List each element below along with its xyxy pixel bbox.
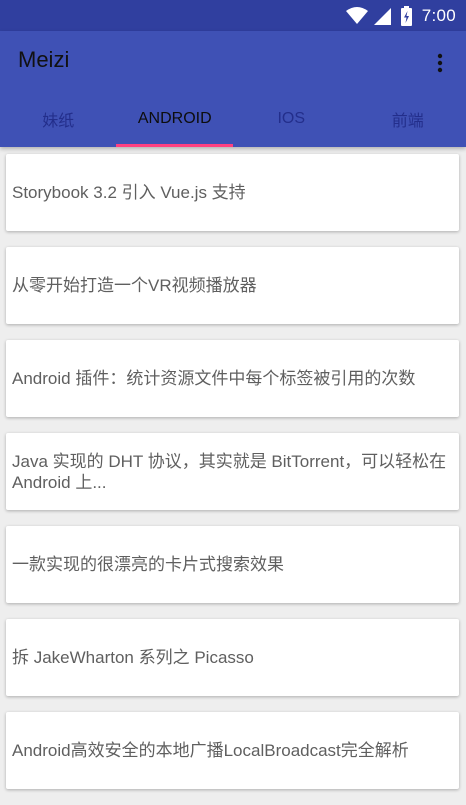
article-title: Storybook 3.2 引入 Vue.js 支持 <box>12 182 246 203</box>
tab-frontend[interactable]: 前端 <box>350 91 466 147</box>
article-title: 从零开始打造一个VR视频播放器 <box>12 275 257 296</box>
article-card[interactable]: 一款实现的很漂亮的卡片式搜索效果 <box>6 526 459 603</box>
status-icons: 7:00 <box>346 4 456 28</box>
tab-ios[interactable]: IOS <box>233 91 350 147</box>
article-card[interactable]: 拆 JakeWharton 系列之 Picasso <box>6 619 459 696</box>
app-title: Meizi <box>18 47 69 73</box>
signal-icon <box>374 8 391 25</box>
article-title: Android高效安全的本地广播LocalBroadcast完全解析 <box>12 740 409 761</box>
tab-label: 前端 <box>392 107 424 131</box>
tab-label: IOS <box>277 110 305 128</box>
article-list: Storybook 3.2 引入 Vue.js 支持 从零开始打造一个VR视频播… <box>6 154 459 805</box>
status-bar: 7:00 <box>0 0 466 31</box>
tab-meizhi[interactable]: 妹纸 <box>0 91 117 147</box>
article-card[interactable]: Android 插件：统计资源文件中每个标签被引用的次数 <box>6 340 459 417</box>
battery-charging-icon <box>401 6 412 26</box>
status-time: 7:00 <box>422 6 456 26</box>
article-card[interactable]: Java 实现的 DHT 协议，其实就是 BitTorrent，可以轻松在 An… <box>6 433 459 510</box>
article-title: 拆 JakeWharton 系列之 Picasso <box>12 647 254 668</box>
tab-bar: 妹纸 ANDROID IOS 前端 <box>0 91 466 147</box>
wifi-icon <box>346 7 368 25</box>
article-title: Android 插件：统计资源文件中每个标签被引用的次数 <box>12 368 415 389</box>
tab-label: ANDROID <box>138 110 212 128</box>
article-title: 一款实现的很漂亮的卡片式搜索效果 <box>12 554 284 575</box>
article-card[interactable]: Storybook 3.2 引入 Vue.js 支持 <box>6 154 459 231</box>
article-card[interactable]: 从零开始打造一个VR视频播放器 <box>6 247 459 324</box>
article-title: Java 实现的 DHT 协议，其实就是 BitTorrent，可以轻松在 An… <box>12 451 453 493</box>
tab-android[interactable]: ANDROID <box>117 91 234 147</box>
more-vert-icon[interactable] <box>428 51 452 75</box>
tab-indicator <box>116 144 233 147</box>
app-bar: Meizi 妹纸 ANDROID IOS 前端 <box>0 31 466 147</box>
article-card[interactable]: Android高效安全的本地广播LocalBroadcast完全解析 <box>6 712 459 789</box>
tab-label: 妹纸 <box>42 107 74 131</box>
